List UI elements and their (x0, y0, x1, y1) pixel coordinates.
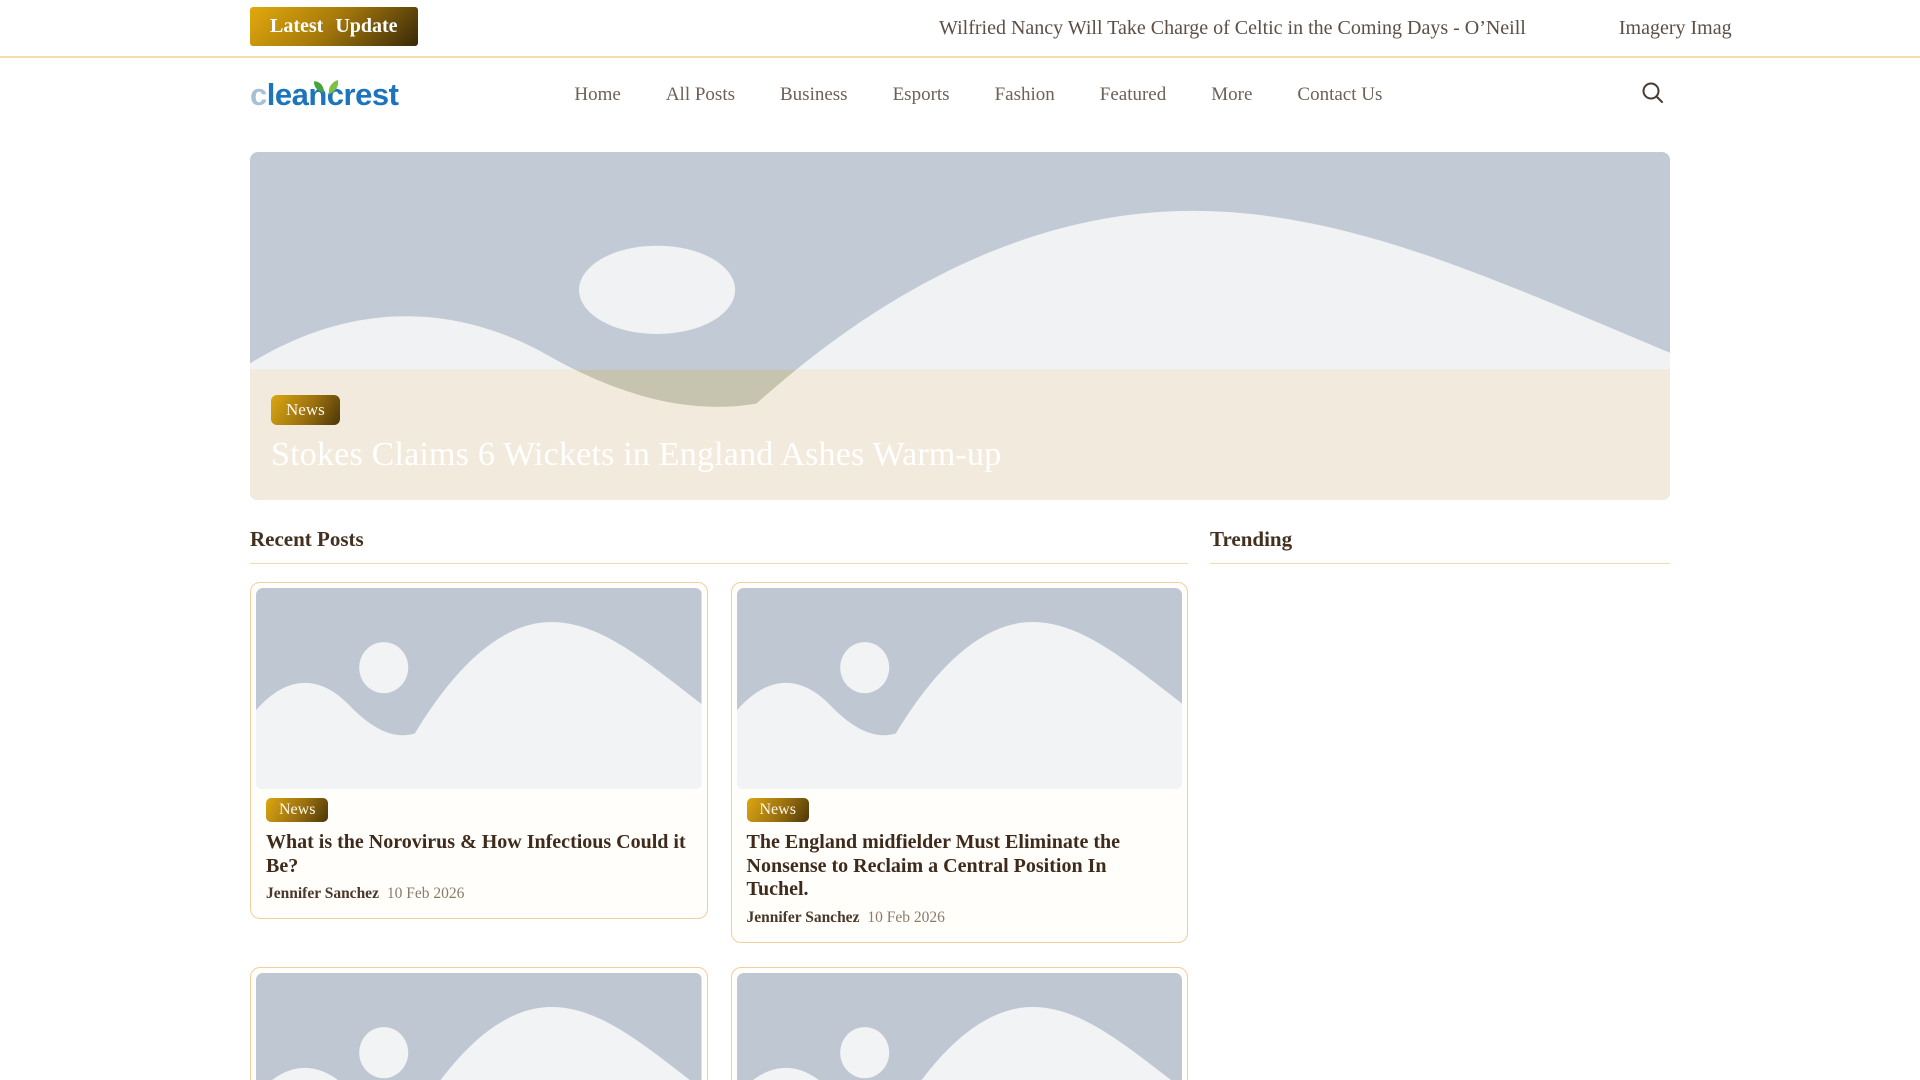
post-category-badge[interactable]: News (746, 798, 809, 822)
post-card-body: News The England midfielder Must Elimina… (737, 789, 1183, 942)
post-category-badge[interactable]: News (266, 798, 329, 822)
posts-grid: News What is the Norovirus & How Infecti… (250, 582, 1188, 1080)
recent-posts-section: Recent Posts News What is the Norovirus … (250, 527, 1188, 1080)
post-card: News The England midfielder Must Elimina… (730, 582, 1188, 943)
trending-heading: Trending (1210, 527, 1670, 564)
post-image[interactable] (256, 972, 702, 1080)
main-content: Recent Posts News What is the Norovirus … (250, 527, 1670, 1080)
image-placeholder (256, 972, 702, 1080)
post-image[interactable] (256, 588, 702, 789)
nav-menu: Home All Posts Business Esports Fashion Featu… (574, 84, 1382, 106)
nav-item-all-posts[interactable]: All Posts (666, 84, 735, 106)
logo-first-letter: c (250, 76, 267, 112)
post-card (250, 966, 708, 1080)
post-image[interactable] (736, 588, 1182, 789)
post-meta: Jennifer Sanchez 10 Feb 2026 (747, 909, 1173, 927)
hero-featured-post[interactable]: News Stokes Claims 6 Wickets in England … (250, 152, 1670, 500)
search-icon (1639, 79, 1667, 110)
post-author[interactable]: Jennifer Sanchez (747, 909, 860, 926)
news-ticker: Wilfried Nancy Will Take Charge of Celti… (939, 0, 1732, 56)
post-date: 10 Feb 2026 (867, 908, 945, 926)
top-bar: Latest Update Wilfried Nancy Will Take C… (0, 0, 1920, 56)
image-placeholder (736, 972, 1182, 1080)
ticker-item: Wilfried Nancy Will Take Charge of Celti… (939, 16, 1526, 39)
hero-category-badge[interactable]: News (271, 395, 340, 425)
image-placeholder (256, 588, 702, 789)
site-logo[interactable]: cleancrest (250, 76, 399, 113)
nav-item-home[interactable]: Home (574, 84, 620, 106)
post-image[interactable] (736, 972, 1182, 1080)
nav-item-featured[interactable]: Featured (1100, 84, 1166, 106)
post-title[interactable]: The England midfielder Must Eliminate th… (747, 831, 1173, 902)
post-card (730, 966, 1188, 1080)
hero-content: News Stokes Claims 6 Wickets in England … (271, 395, 1001, 474)
leaf-icon (308, 67, 344, 103)
ticker-item: Imagery Imag (1618, 16, 1732, 39)
post-card: News What is the Norovirus & How Infecti… (250, 582, 708, 920)
hero-title[interactable]: Stokes Claims 6 Wickets in England Ashes… (271, 436, 1001, 474)
post-meta: Jennifer Sanchez 10 Feb 2026 (266, 885, 692, 903)
nav-item-more[interactable]: More (1211, 84, 1252, 106)
nav-item-esports[interactable]: Esports (893, 84, 950, 106)
nav-item-business[interactable]: Business (780, 84, 848, 106)
main-navigation: cleancrest Home All Posts Business Esports F… (0, 56, 1920, 131)
post-title[interactable]: What is the Norovirus & How Infectious C… (266, 831, 692, 878)
nav-item-fashion[interactable]: Fashion (995, 84, 1055, 106)
post-card-body: News What is the Norovirus & How Infecti… (256, 789, 702, 918)
nav-item-contact-us[interactable]: Contact Us (1297, 84, 1382, 106)
recent-posts-heading: Recent Posts (250, 527, 1188, 564)
latest-update-badge: Latest Update (250, 7, 418, 46)
post-author[interactable]: Jennifer Sanchez (266, 885, 379, 902)
search-button[interactable] (1636, 78, 1670, 112)
post-date: 10 Feb 2026 (386, 885, 465, 903)
trending-sidebar: Trending (1210, 527, 1670, 1080)
image-placeholder (736, 588, 1182, 789)
